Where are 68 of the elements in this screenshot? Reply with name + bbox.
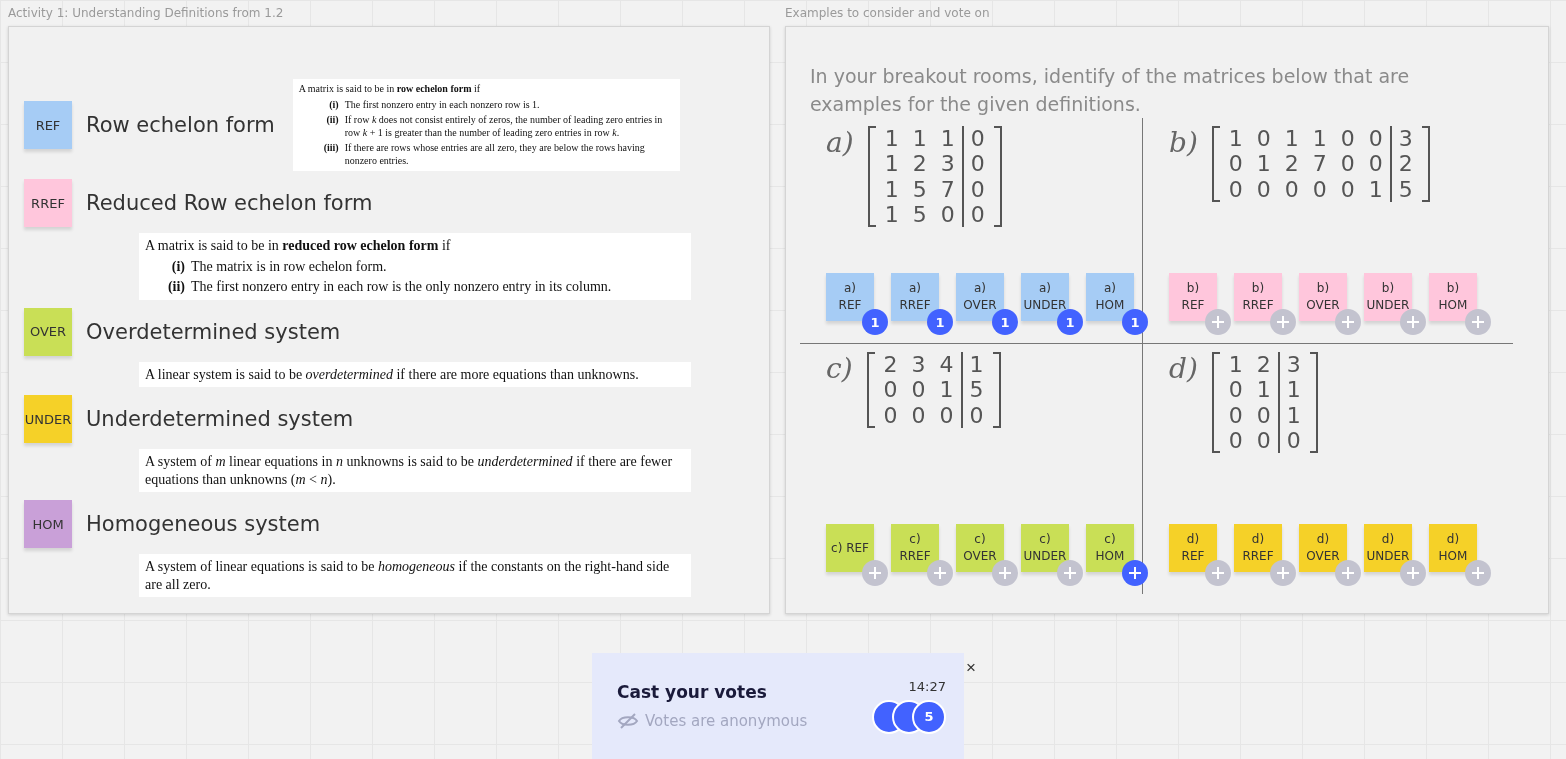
vote-count-badge: 1 <box>927 309 953 336</box>
voting-subtitle: Votes are anonymous <box>645 712 808 730</box>
plus-icon <box>1063 566 1077 581</box>
plus-icon <box>998 566 1012 581</box>
plus-icon <box>1276 566 1290 581</box>
hidden-eye-icon <box>617 713 639 729</box>
sticky-note[interactable]: c) OVER <box>956 524 1004 573</box>
sticky-note[interactable]: RREF <box>24 179 72 227</box>
plus-icon <box>1406 315 1420 330</box>
example-label: b) <box>1169 126 1198 160</box>
sticky-note[interactable]: d) HOM <box>1429 524 1477 573</box>
sticky-note[interactable]: c) RREF <box>891 524 939 573</box>
definition-excerpt: A matrix is said to be in reduced row echelon form if (i) The matrix is in row echelon form. (ii) The first nonzero entry in each row is the only nonzero entry in its column. <box>139 233 691 300</box>
plus-icon <box>1211 315 1225 330</box>
sticky-note[interactable]: HOM <box>24 500 72 548</box>
voting-title: Cast your votes <box>617 682 768 702</box>
sticky-note[interactable]: d) OVER <box>1299 524 1347 573</box>
plus-icon <box>868 566 882 581</box>
definition-title: Reduced Row echelon form <box>86 191 373 215</box>
vote-count-badge: 1 <box>992 309 1018 336</box>
vote-count-badge: 1 <box>1122 309 1148 336</box>
add-vote-button[interactable] <box>1122 560 1148 587</box>
sticky-note[interactable]: c) HOM <box>1086 524 1134 573</box>
sticky-note[interactable]: b) UNDER <box>1364 273 1412 322</box>
definition-title: Row echelon form <box>86 113 275 137</box>
definition-excerpt: A matrix is said to be in row echelon form if (i) The first nonzero entry in each nonzero row is 1. (ii) If row k does not consist entirely of zeros, the number of leading zero entries in row k + 1 is greater than the number of leading zero entries in row k. (iii) If there are rows whose entries are all zero, they are below the rows having nonzero entries. <box>292 79 680 171</box>
definition-title: Homogeneous system <box>86 512 321 536</box>
sticky-note[interactable]: UNDER <box>24 395 72 443</box>
example-label: c) <box>826 352 853 386</box>
sticky-note[interactable]: d) REF <box>1169 524 1217 573</box>
prompt-text: In your breakout rooms, identify of the matrices below that are examples for the given definitions. <box>809 64 1411 117</box>
sticky-note[interactable]: c) UNDER <box>1021 524 1069 573</box>
plus-icon <box>1471 315 1485 330</box>
example-label: a) <box>826 126 854 160</box>
example-label: d) <box>1169 352 1198 386</box>
sticky-note[interactable]: d) RREF <box>1234 524 1282 573</box>
definition-excerpt: A system of m linear equations in n unknowns is said to be underdetermined if there are fewer equations than unknowns (m < n). <box>139 449 691 492</box>
sticky-note[interactable]: OVER <box>24 307 72 356</box>
sticky-note[interactable]: b) REF <box>1169 273 1217 322</box>
sticky-note[interactable]: b) RREF <box>1234 273 1282 322</box>
plus-icon <box>933 566 947 581</box>
plus-icon <box>1471 566 1485 581</box>
plus-icon <box>1341 566 1355 581</box>
matrix: 2 3 4 1 0 0 1 5 0 0 0 0 <box>866 352 1001 428</box>
plus-icon <box>1128 566 1142 581</box>
sticky-note[interactable]: c) REF <box>826 524 874 573</box>
frame-title: Examples to consider and vote on <box>785 6 991 20</box>
plus-icon <box>1211 566 1225 581</box>
definition-excerpt: A linear system is said to be overdetermined if there are more equations than unknowns. <box>139 361 691 387</box>
sticky-note[interactable]: REF <box>24 101 72 149</box>
plus-icon <box>1341 315 1355 330</box>
plus-icon <box>1276 315 1290 330</box>
voter-count: 5 <box>912 699 946 734</box>
close-button[interactable]: × <box>966 658 976 678</box>
sticky-note[interactable]: d) UNDER <box>1364 524 1412 573</box>
plus-icon <box>1406 566 1420 581</box>
vote-count-badge: 1 <box>1057 309 1083 336</box>
vote-count-badge: 1 <box>862 309 888 336</box>
sticky-note[interactable]: b) HOM <box>1429 273 1477 322</box>
definition-title: Overdetermined system <box>86 319 341 344</box>
timer: 14:27 <box>908 678 946 694</box>
definition-title: Underdetermined system <box>86 407 354 431</box>
sticky-note[interactable]: b) OVER <box>1299 273 1347 322</box>
matrix: 1 0 1 1 0 0 3 0 1 2 7 0 0 2 0 0 0 0 0 1 5 <box>1211 126 1430 202</box>
definition-excerpt: A system of linear equations is said to be homogeneous if the constants on the right-hand side are all zero. <box>139 554 691 597</box>
matrix: 1 1 1 0 1 2 3 0 1 5 7 0 1 5 0 0 <box>867 126 1002 228</box>
matrix: 1 2 3 0 1 1 0 0 1 0 0 0 <box>1211 352 1318 454</box>
frame-title: Activity 1: Understanding Definitions from 1.2 <box>8 6 285 20</box>
